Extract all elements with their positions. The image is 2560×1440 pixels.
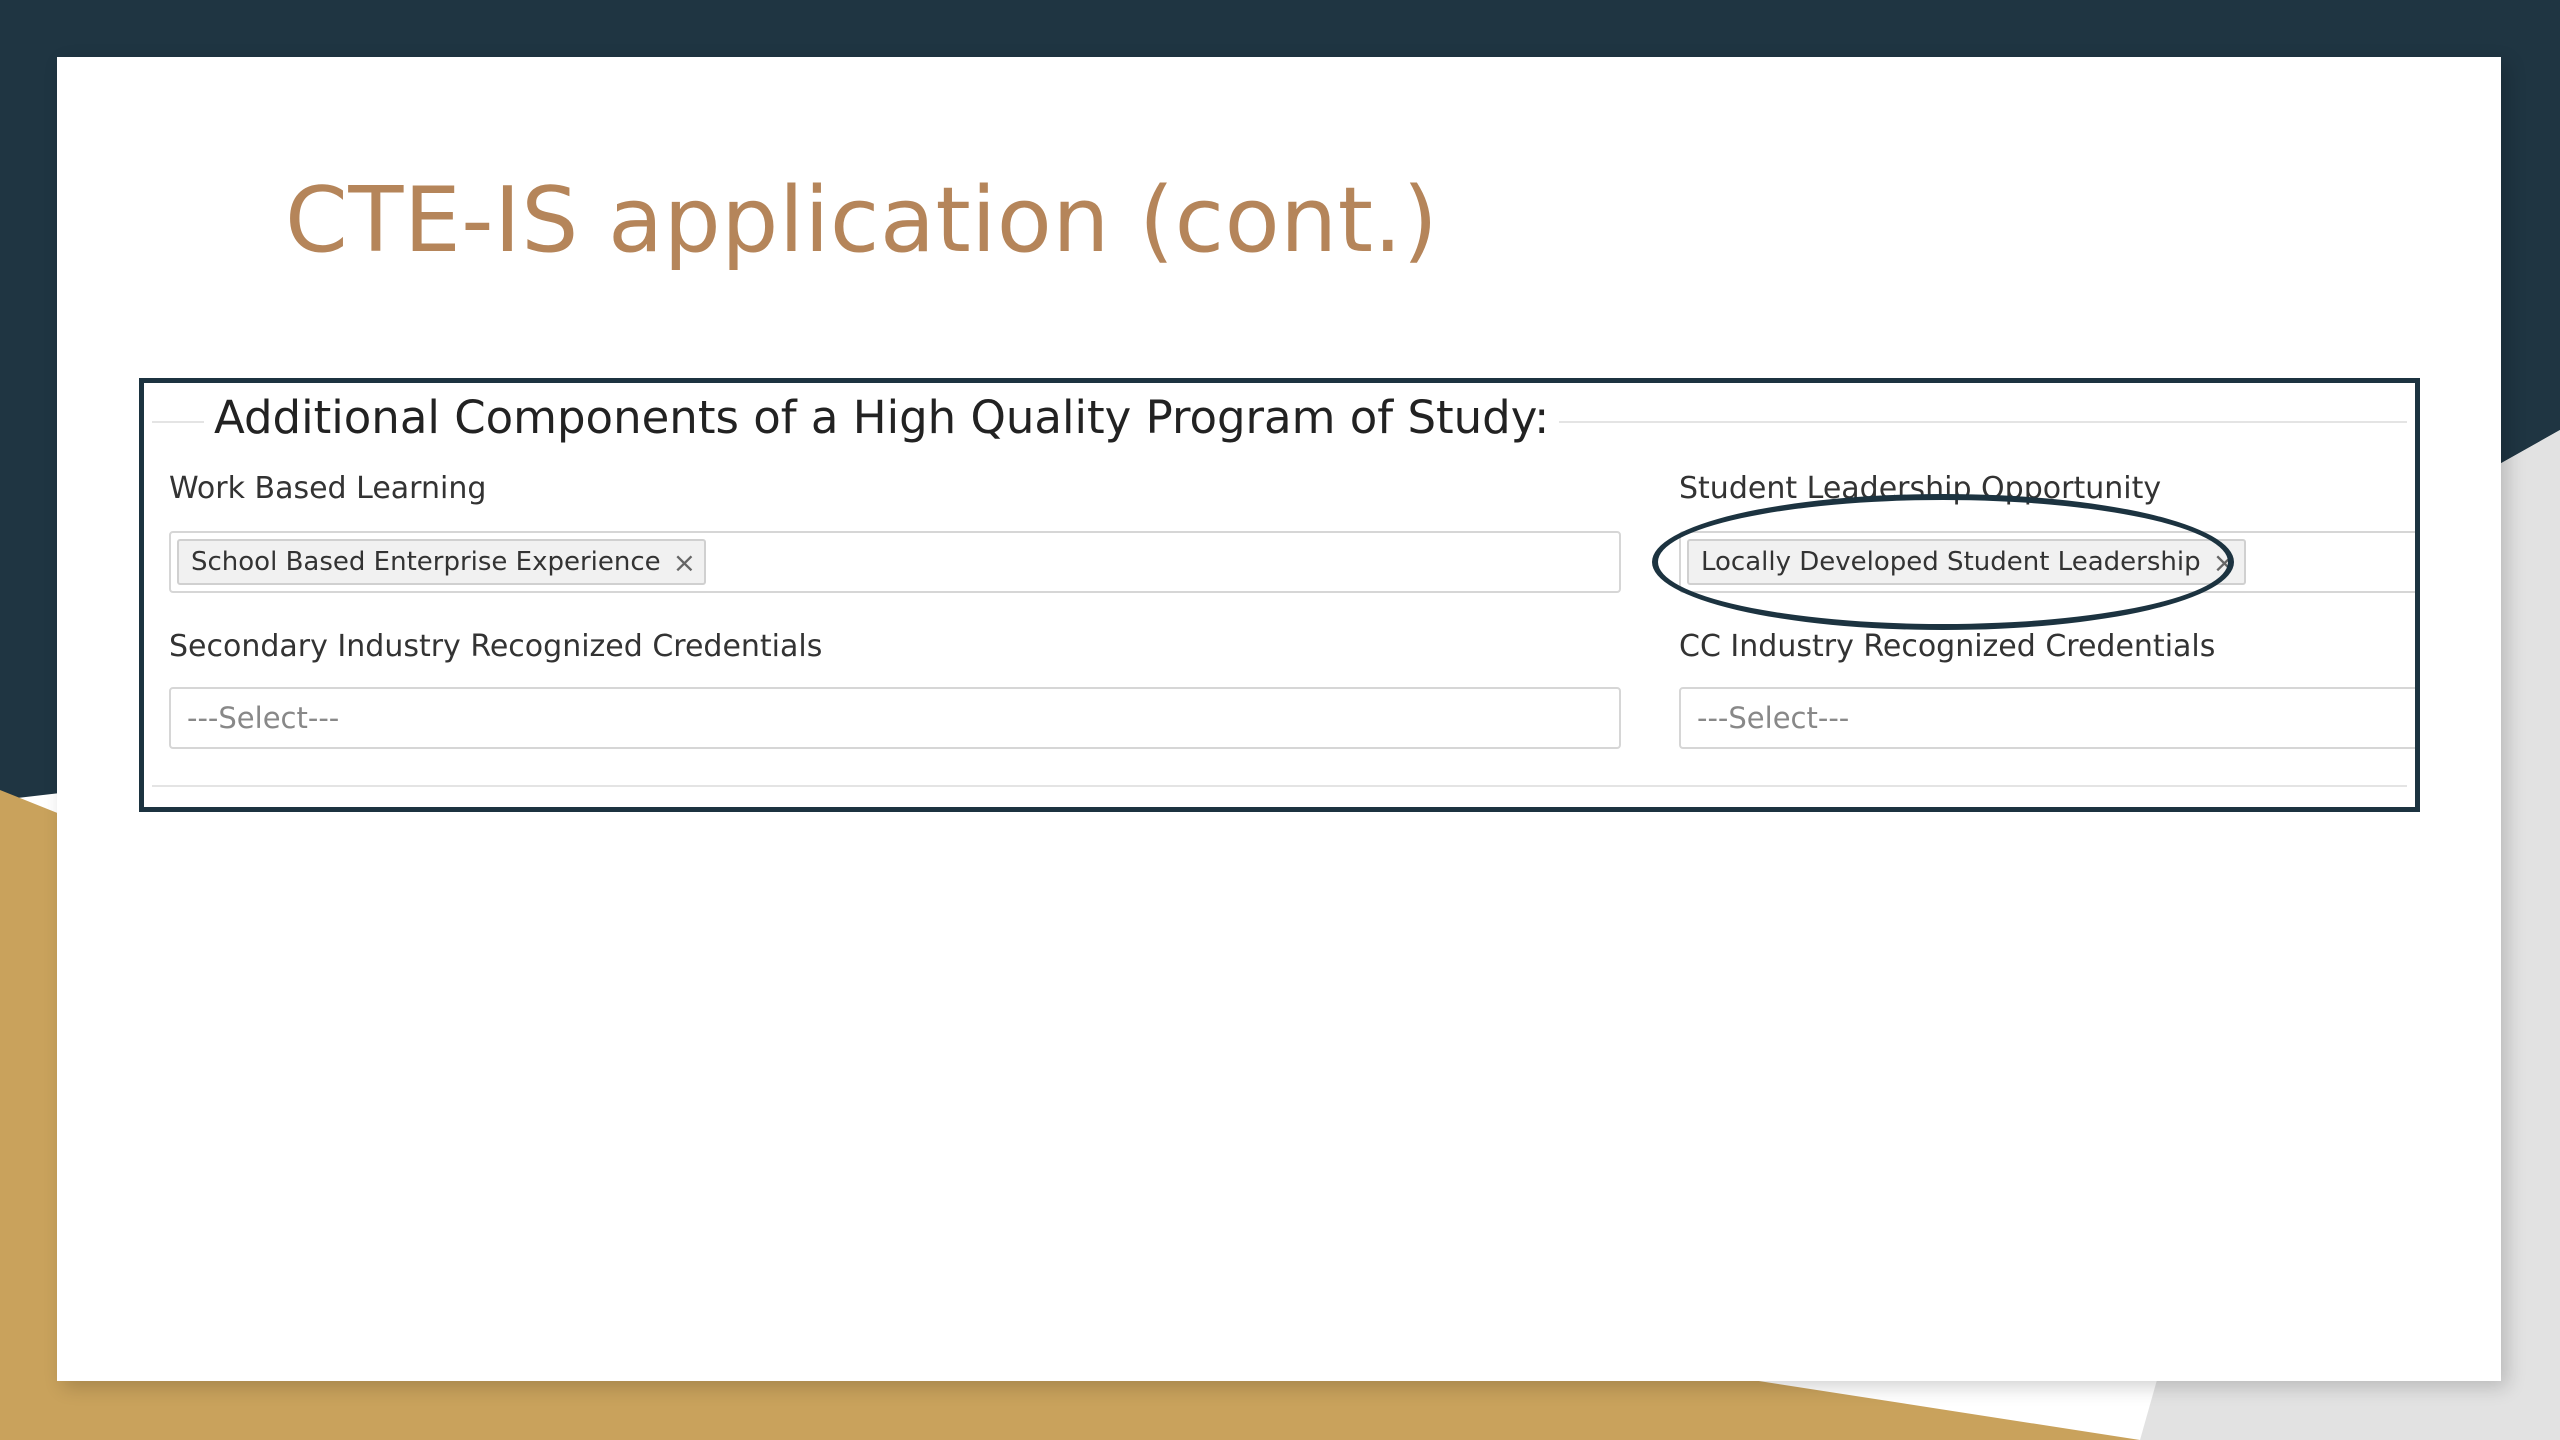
work-based-learning-select[interactable]: School Based Enterprise Experience × <box>169 531 1621 593</box>
secondary-credentials-select[interactable]: ---Select--- <box>169 687 1621 749</box>
select-placeholder: ---Select--- <box>187 701 340 735</box>
chip-remove-icon[interactable]: × <box>2213 546 2236 579</box>
cc-credentials-select[interactable]: ---Select--- <box>1679 687 2415 749</box>
form-screenshot-panel: Additional Components of a High Quality … <box>139 378 2420 812</box>
cc-credentials-label: CC Industry Recognized Credentials <box>1679 629 2216 664</box>
student-leadership-label: Student Leadership Opportunity <box>1679 471 2162 506</box>
chip-label: Locally Developed Student Leadership <box>1701 547 2201 577</box>
chip-remove-icon[interactable]: × <box>673 546 696 579</box>
work-based-learning-label: Work Based Learning <box>169 471 487 506</box>
fieldset-legend: Additional Components of a High Quality … <box>204 391 1560 444</box>
slide-title: CTE-IS application (cont.) <box>285 168 1439 273</box>
select-placeholder: ---Select--- <box>1697 701 1850 735</box>
student-leadership-select[interactable]: Locally Developed Student Leadership × <box>1679 531 2415 593</box>
selected-chip-work-based-learning: School Based Enterprise Experience × <box>177 539 707 585</box>
fieldset-border-bottom <box>152 785 2407 787</box>
selected-chip-student-leadership: Locally Developed Student Leadership × <box>1687 539 2247 585</box>
chip-label: School Based Enterprise Experience <box>191 547 661 577</box>
secondary-credentials-label: Secondary Industry Recognized Credential… <box>169 629 823 664</box>
